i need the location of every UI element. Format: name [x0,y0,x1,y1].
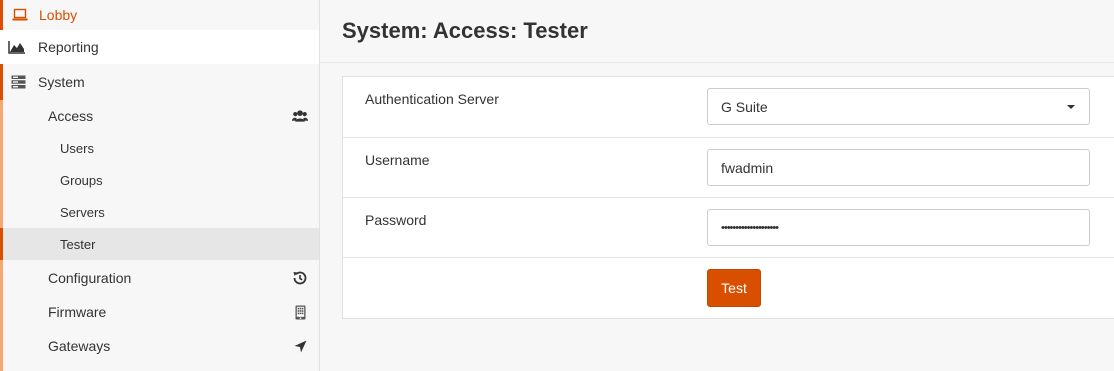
sidebar-item-lobby[interactable]: Lobby [0,0,319,30]
server-icon [9,73,27,91]
divider [320,62,1114,63]
laptop-icon [11,6,29,24]
username-value: fwadmin [721,159,774,176]
sidebar-item-reporting[interactable]: Reporting [0,30,319,64]
auth-server-label: Authentication Server [365,91,499,107]
sidebar-item-system[interactable]: System [0,64,319,100]
tester-form: Authentication Server G Suite Username f… [342,76,1114,319]
sidebar-item-access[interactable]: Access [0,100,319,132]
sidebar-item-label: Access [48,108,94,124]
sidebar-item-servers[interactable]: Servers [0,196,319,228]
form-row-username: Username fwadmin [343,138,1114,198]
sidebar-item-label: Configuration [48,270,132,286]
sidebar-item-groups[interactable]: Groups [0,164,319,196]
sidebar-item-label: Gateways [48,338,111,354]
password-value: •••••••••••••••••••• [721,221,779,234]
form-row-actions: Test [343,258,1114,319]
sidebar-item-label: Servers [60,204,105,220]
caret-down-icon [1067,105,1075,109]
tablet-icon [292,304,308,320]
sidebar-item-label: Groups [60,172,103,188]
form-row-auth-server: Authentication Server G Suite [343,77,1114,138]
sidebar-item-configuration[interactable]: Configuration [0,261,319,295]
users-icon [292,108,308,124]
auth-server-value: G Suite [721,98,768,115]
username-label: Username [365,152,430,168]
sidebar-item-label: System [38,74,85,90]
sidebar-item-label: Tester [60,236,96,252]
auth-server-select[interactable]: G Suite [707,88,1090,125]
area-chart-icon [8,38,26,56]
form-row-password: Password •••••••••••••••••••• [343,198,1114,258]
location-arrow-icon [292,338,308,354]
test-button[interactable]: Test [707,269,761,307]
password-input[interactable]: •••••••••••••••••••• [707,209,1090,246]
main-content: System: Access: Tester Authentication Se… [320,0,1114,371]
page-title: System: Access: Tester [342,18,588,43]
sidebar-item-label: Firmware [48,304,107,320]
history-icon [292,270,308,286]
sidebar: Lobby Reporting System Access Users Grou… [0,0,320,371]
sidebar-item-label: Users [60,140,94,156]
sidebar-item-tester[interactable]: Tester [0,228,319,260]
password-label: Password [365,212,427,228]
sidebar-item-label: Lobby [39,7,78,23]
sidebar-item-label: Reporting [38,39,99,55]
sidebar-item-firmware[interactable]: Firmware [0,295,319,329]
sidebar-item-gateways[interactable]: Gateways [0,329,319,363]
username-input[interactable]: fwadmin [707,149,1090,186]
sidebar-item-users[interactable]: Users [0,132,319,164]
